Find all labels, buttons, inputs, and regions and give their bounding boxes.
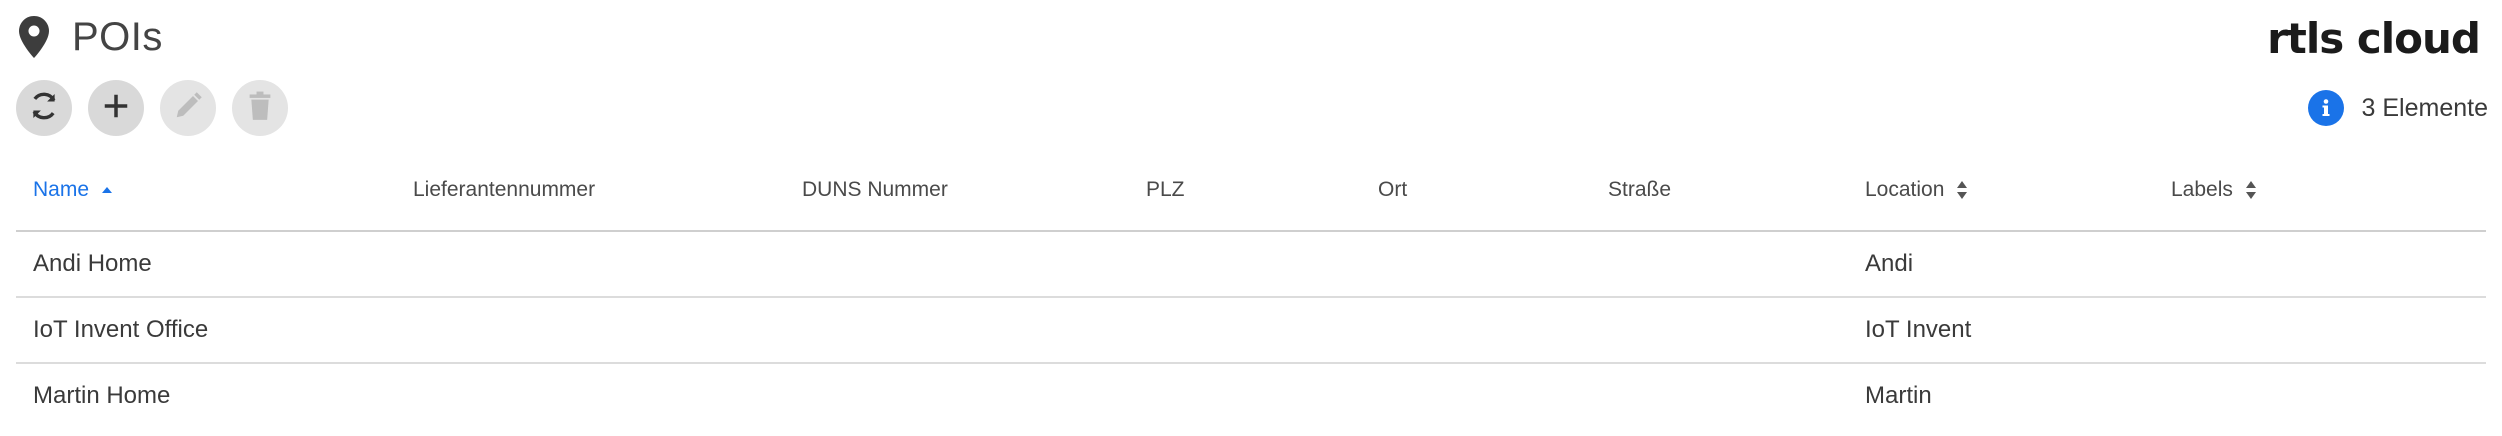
cell-location: IoT Invent: [1865, 316, 1972, 343]
poi-table: Name Lieferantennummer DUNS Nummer PLZ O…: [16, 160, 2486, 428]
add-button[interactable]: [88, 80, 144, 136]
table-row[interactable]: Andi Home Andi: [16, 232, 2486, 298]
cell-location: Martin: [1865, 382, 1932, 409]
pencil-icon: [173, 91, 203, 126]
table-header: Name Lieferantennummer DUNS Nummer PLZ O…: [16, 160, 2486, 232]
cell-location: Andi: [1865, 250, 1914, 277]
plus-icon: [101, 91, 131, 126]
column-header-location[interactable]: Location: [1865, 178, 1968, 202]
sort-icon[interactable]: [2245, 180, 2257, 200]
column-header-ort[interactable]: Ort: [1378, 178, 1407, 202]
column-label: Ort: [1378, 178, 1408, 201]
refresh-button[interactable]: [16, 80, 72, 136]
rtls-cloud-logo: rtls cloud: [2267, 14, 2481, 63]
column-header-strasse[interactable]: Straße: [1608, 178, 1671, 202]
page-header: POIs: [16, 12, 163, 62]
column-label: Straße: [1608, 178, 1672, 201]
table-row[interactable]: Martin Home Martin: [16, 364, 2486, 428]
column-header-name[interactable]: Name: [33, 178, 113, 202]
column-label: PLZ: [1146, 178, 1185, 201]
info-icon: [2307, 90, 2344, 126]
trash-icon: [246, 91, 274, 126]
count-text: 3 Elemente: [2361, 93, 2488, 122]
column-header-plz[interactable]: PLZ: [1146, 178, 1185, 202]
delete-button[interactable]: [232, 80, 288, 136]
cell-name: IoT Invent Office: [33, 316, 209, 343]
cell-name: Andi Home: [33, 250, 152, 277]
table-row[interactable]: IoT Invent Office IoT Invent: [16, 298, 2486, 364]
page-title: POIs: [72, 14, 163, 59]
column-label: DUNS Nummer: [802, 178, 948, 201]
column-header-labels[interactable]: Labels: [2171, 178, 2257, 202]
sort-icon[interactable]: [1956, 180, 1968, 200]
map-pin-icon: [16, 14, 52, 60]
column-header-duns[interactable]: DUNS Nummer: [802, 178, 948, 202]
column-label: Lieferantennummer: [413, 178, 596, 201]
cell-name: Martin Home: [33, 382, 171, 409]
edit-button[interactable]: [160, 80, 216, 136]
column-header-lieferantennummer[interactable]: Lieferantennummer: [413, 178, 595, 202]
column-label: Labels: [2171, 178, 2233, 201]
column-label: Name: [33, 178, 90, 201]
element-count: 3 Elemente: [2307, 90, 2488, 126]
sort-ascending-icon: [101, 180, 113, 200]
toolbar: [16, 80, 288, 136]
column-label: Location: [1865, 178, 1945, 201]
refresh-icon: [27, 89, 61, 128]
